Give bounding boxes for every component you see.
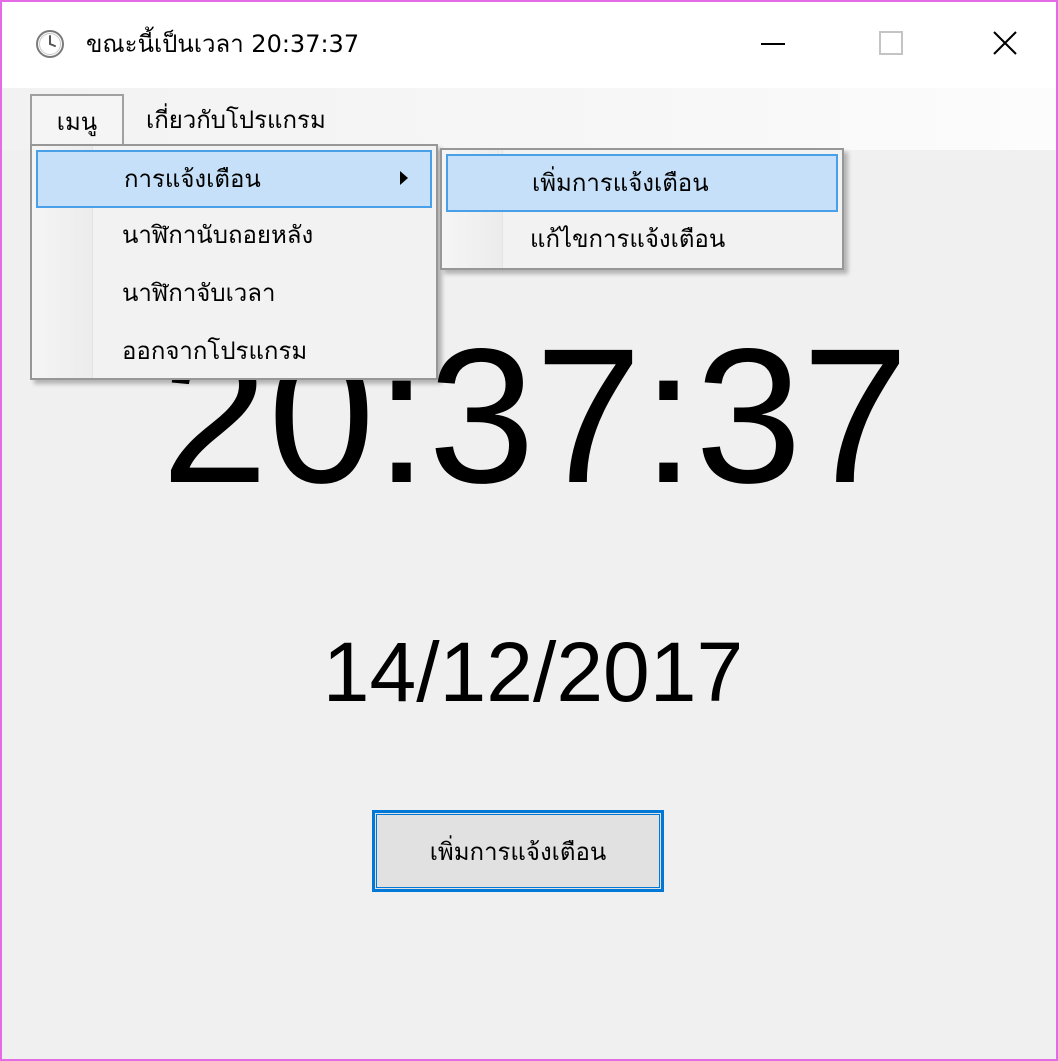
alarm-submenu: เพิ่มการแจ้งเตือน แก้ไขการแจ้งเตือน (440, 148, 844, 270)
maximize-button[interactable] (832, 2, 950, 88)
menu-item-countdown[interactable]: นาฬิกานับถอยหลัง (36, 208, 432, 266)
maximize-icon (877, 29, 905, 61)
menu-bar: เมนู เกี่ยวกับโปรแกรม (2, 88, 1056, 150)
date-display: 14/12/2017 (322, 625, 744, 719)
window-title: ขณะนี้เป็นเวลา 20:37:37 (86, 30, 360, 58)
minimize-button[interactable] (714, 2, 832, 88)
menu-item-label: นาฬิกานับถอยหลัง (122, 221, 314, 249)
app-window: ขณะนี้เป็นเวลา 20:37:37 เมนู เกี่ยวกับโป… (0, 0, 1058, 1061)
clock-icon (34, 28, 66, 60)
submenu-item-edit-alarm[interactable]: แก้ไขการแจ้งเตือน (446, 212, 838, 270)
add-alarm-button-label: เพิ่มการแจ้งเตือน (429, 837, 607, 866)
close-icon (991, 29, 1019, 61)
menu-item-label: นาฬิกาจับเวลา (122, 279, 276, 307)
submenu-item-label: แก้ไขการแจ้งเตือน (530, 225, 726, 253)
menu-item-label: ออกจากโปรแกรม (122, 337, 308, 365)
minimize-icon (759, 29, 787, 61)
menu-item-label: การแจ้งเตือน (124, 165, 261, 193)
menu-item-exit[interactable]: ออกจากโปรแกรม (36, 324, 432, 382)
chevron-right-icon (400, 171, 408, 185)
close-button[interactable] (946, 2, 1056, 88)
title-bar[interactable]: ขณะนี้เป็นเวลา 20:37:37 (2, 2, 1056, 88)
submenu-item-label: เพิ่มการแจ้งเตือน (532, 169, 709, 197)
menubar-item-menu[interactable]: เมนู (30, 94, 124, 146)
add-alarm-button[interactable]: เพิ่มการแจ้งเตือน (372, 810, 664, 892)
menubar-item-about[interactable]: เกี่ยวกับโปรแกรม (146, 94, 326, 146)
submenu-item-add-alarm[interactable]: เพิ่มการแจ้งเตือน (446, 154, 838, 212)
menu-item-alarm[interactable]: การแจ้งเตือน (36, 150, 432, 208)
menu-item-stopwatch[interactable]: นาฬิกาจับเวลา (36, 266, 432, 324)
menu-dropdown: การแจ้งเตือน นาฬิกานับถอยหลัง นาฬิกาจับเ… (30, 144, 438, 380)
